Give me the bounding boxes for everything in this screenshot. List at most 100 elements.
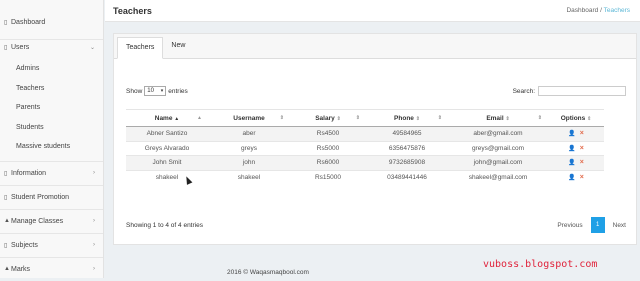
sidebar-item-admins[interactable]: Admins (0, 59, 103, 79)
cell-phone: 6356475876 (366, 140, 448, 156)
sort-icon: ⇕ (336, 115, 341, 122)
file-icon: ▯ (4, 194, 8, 201)
page-1-button[interactable]: 1 (590, 217, 605, 233)
table-row: Abner Santizo aber Rs4500 49584965 aber@… (126, 126, 604, 141)
sort-icon: ⇕ (437, 114, 442, 121)
pagination: Previous 1 Next (557, 217, 626, 233)
user-icon[interactable]: 👤 (568, 175, 575, 181)
sidebar-item-information[interactable]: ▯ Information › (0, 160, 103, 185)
cell-username: shakeel (208, 169, 290, 185)
cell-email: shakeel@gmail.com (448, 169, 548, 185)
cell-salary: Rs6000 (290, 155, 366, 170)
teachers-table: Name ▲ ▲ Username ⇕ Salary ⇕ ⇕ Phone ⇕ ⇕ (126, 109, 604, 185)
next-button[interactable]: Next (613, 222, 626, 229)
page-length-value: 10 (147, 88, 154, 94)
page-length-control: Show 10 ▾ entries (126, 86, 188, 96)
table-controls: Show 10 ▾ entries Search: (126, 84, 626, 98)
cell-email: aber@gmail.com (448, 126, 548, 141)
cell-options: 👤 × (548, 140, 604, 156)
table-search: Search: (513, 86, 626, 96)
sidebar-item-manage-classes[interactable]: ▲ Manage Classes › (0, 208, 103, 233)
chevron-right-icon: › (93, 218, 95, 224)
cell-name: John Smit (126, 155, 208, 170)
file-icon: ▯ (4, 19, 8, 26)
sidebar-item-parents[interactable]: Parents (0, 98, 103, 118)
sidebar-item-marks[interactable]: ▲ Marks › (0, 256, 103, 281)
chevron-down-icon: ⌄ (89, 45, 95, 51)
sidebar: ▯ Dashboard ▯ Users ⌄ Admins Teachers Pa… (0, 0, 104, 278)
table-row: shakeel shakeel Rs15000 03489441446 shak… (126, 169, 604, 185)
cell-name: Abner Santizo (126, 126, 208, 141)
chevron-right-icon: › (93, 170, 95, 176)
user-icon[interactable]: 👤 (568, 146, 575, 152)
table-row: John Smit john Rs6000 9732685908 john@gm… (126, 155, 604, 170)
file-icon: ▯ (4, 170, 8, 177)
cell-email: greys@gmail.com (448, 140, 548, 156)
close-icon[interactable]: × (580, 130, 584, 137)
search-input[interactable] (538, 86, 626, 96)
cell-phone: 9732685908 (366, 155, 448, 170)
sidebar-item-teachers[interactable]: Teachers (0, 79, 103, 99)
cell-phone: 03489441446 (366, 169, 448, 185)
breadcrumb-current: Teachers (603, 7, 630, 14)
column-header-email[interactable]: Email ⇕ ⇕ (448, 109, 548, 127)
sidebar-item-massive-students[interactable]: Massive students (0, 137, 103, 157)
table-header-row: Name ▲ ▲ Username ⇕ Salary ⇕ ⇕ Phone ⇕ ⇕ (126, 109, 604, 127)
graduation-cap-icon: ▲ (4, 266, 10, 272)
page-length-select[interactable]: 10 ▾ (144, 86, 167, 96)
sort-icon: ⇕ (505, 115, 510, 122)
column-header-salary[interactable]: Salary ⇕ ⇕ (290, 109, 366, 127)
close-icon[interactable]: × (580, 159, 584, 166)
tab-new[interactable]: New (163, 36, 193, 58)
column-header-options[interactable]: Options ⇕ (548, 109, 604, 127)
column-header-username[interactable]: Username ⇕ (208, 109, 290, 127)
chevron-right-icon: › (93, 242, 95, 248)
user-icon[interactable]: 👤 (568, 160, 575, 166)
cell-username: aber (208, 126, 290, 141)
cell-options: 👤 × (548, 126, 604, 141)
sort-icon: ⇕ (279, 114, 284, 121)
cell-email: john@gmail.com (448, 155, 548, 170)
sort-asc-icon: ▲ (174, 115, 180, 122)
show-label: Show (126, 87, 143, 95)
previous-button[interactable]: Previous (557, 222, 582, 229)
sort-icon: ▲ (197, 114, 202, 121)
close-icon[interactable]: × (580, 174, 584, 181)
column-header-name[interactable]: Name ▲ ▲ (126, 109, 208, 127)
file-icon: ▯ (4, 242, 8, 249)
cell-salary: Rs15000 (290, 169, 366, 185)
chevron-down-icon: ▾ (160, 88, 164, 94)
main-content: Teachers Dashboard / Teachers Teachers N… (105, 0, 640, 278)
sidebar-item-student-promotion[interactable]: ▯ Student Promotion (0, 184, 103, 209)
sidebar-item-students[interactable]: Students (0, 118, 103, 138)
breadcrumb-home[interactable]: Dashboard (566, 7, 598, 14)
chevron-right-icon: › (93, 266, 95, 272)
copyright-text: 2016 © Waqasmaqbool.com (227, 269, 309, 276)
file-icon: ▯ (4, 45, 8, 51)
table-footer: Showing 1 to 4 of 4 entries Previous 1 N… (126, 217, 626, 233)
sidebar-item-subjects[interactable]: ▯ Subjects › (0, 232, 103, 257)
tab-bar: Teachers New (114, 34, 636, 59)
cell-salary: Rs5000 (290, 140, 366, 156)
user-icon[interactable]: 👤 (568, 131, 575, 137)
sidebar-item-users[interactable]: ▯ Users ⌄ (0, 39, 103, 55)
table-row: Greys Alvarado greys Rs5000 6356475876 g… (126, 140, 604, 156)
column-header-phone[interactable]: Phone ⇕ ⇕ (366, 109, 448, 127)
sort-icon: ⇕ (415, 115, 420, 122)
page-header: Teachers Dashboard / Teachers (105, 0, 640, 22)
table-info: Showing 1 to 4 of 4 entries (126, 221, 203, 229)
tab-teachers[interactable]: Teachers (117, 37, 164, 59)
cell-name: Greys Alvarado (126, 140, 208, 156)
sidebar-item-dashboard[interactable]: ▯ Dashboard (0, 14, 103, 30)
sort-icon: ⇕ (587, 115, 592, 122)
cell-salary: Rs4500 (290, 126, 366, 141)
cell-phone: 49584965 (366, 126, 448, 141)
cell-name: shakeel (126, 169, 208, 185)
close-icon[interactable]: × (580, 145, 584, 152)
sort-icon: ⇕ (537, 114, 542, 121)
search-label: Search: (512, 87, 535, 95)
cell-username: greys (208, 140, 290, 156)
page-title: Teachers (113, 5, 152, 16)
breadcrumb-separator: / (600, 7, 602, 14)
breadcrumb: Dashboard / Teachers (566, 7, 630, 14)
